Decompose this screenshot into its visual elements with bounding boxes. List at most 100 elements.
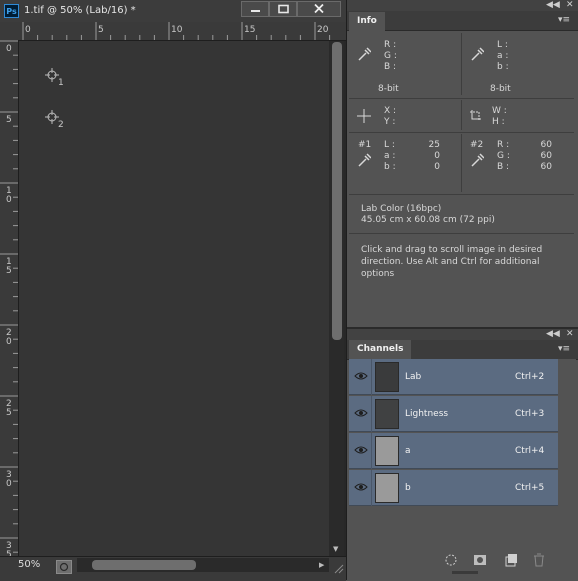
- channel-row-a[interactable]: a Ctrl+4: [349, 433, 558, 469]
- info-rgb-g: G :: [384, 51, 397, 61]
- channel-name: a: [405, 446, 411, 456]
- collapse-panels-icon[interactable]: ◀◀: [546, 329, 560, 339]
- info-y: Y :: [384, 117, 396, 127]
- info-rgb-r: R :: [384, 40, 397, 50]
- channel-row-lab[interactable]: Lab Ctrl+2: [349, 359, 558, 395]
- divider: [349, 98, 574, 99]
- sampler-1-label-a: a :: [384, 151, 396, 161]
- ruler-label: 20: [317, 25, 329, 35]
- bit-depth-right[interactable]: 8-bit: [490, 84, 511, 94]
- resize-grip-icon[interactable]: [332, 562, 344, 574]
- eyedropper-icon: [358, 153, 371, 167]
- divider: [461, 100, 462, 130]
- eyedropper-icon: [471, 153, 484, 167]
- sampler-1-value-b: 0: [434, 162, 440, 172]
- sampler-1-id: #1: [358, 140, 372, 150]
- color-sampler-2[interactable]: 2: [44, 109, 66, 131]
- divider: [371, 359, 372, 395]
- sampler-1-value-a: 0: [434, 151, 440, 161]
- tab-channels[interactable]: Channels: [349, 340, 412, 360]
- info-h: H :: [492, 117, 505, 127]
- channels-footer: [349, 547, 578, 580]
- channel-shortcut: Ctrl+4: [515, 446, 545, 456]
- channel-row-b[interactable]: b Ctrl+5: [349, 470, 558, 506]
- close-button[interactable]: [297, 1, 341, 17]
- info-panel-menu-icon[interactable]: ▾≡: [558, 15, 570, 25]
- channel-thumbnail: [375, 362, 399, 392]
- vertical-ruler[interactable]: 05101520253035: [0, 40, 19, 556]
- sampler-2-label-r: R :: [497, 140, 510, 150]
- visibility-eye-icon[interactable]: [354, 371, 368, 381]
- divider: [461, 134, 462, 192]
- ruler-label: 5: [6, 408, 12, 418]
- zoom-level[interactable]: 50%: [18, 559, 40, 570]
- visibility-eye-icon[interactable]: [354, 482, 368, 492]
- bit-depth-left[interactable]: 8-bit: [378, 84, 399, 94]
- channel-thumbnail: [375, 399, 399, 429]
- visibility-eye-icon[interactable]: [354, 445, 368, 455]
- info-rgb-b: B :: [384, 62, 397, 72]
- minimize-icon: [251, 10, 260, 12]
- color-sampler-1[interactable]: 1: [44, 67, 66, 89]
- document-canvas[interactable]: 1 2: [19, 41, 329, 556]
- new-channel-icon[interactable]: [504, 553, 518, 567]
- save-selection-as-channel-icon[interactable]: [473, 553, 487, 567]
- ruler-label: 15: [244, 25, 255, 35]
- sampler-1-label-b: b :: [384, 162, 396, 172]
- sampler-label: 1: [58, 78, 64, 88]
- ruler-label: 5: [6, 115, 12, 125]
- close-panel-icon[interactable]: ✕: [566, 329, 574, 339]
- sampler-1-value-l: 25: [428, 140, 440, 150]
- tool-hint-line-2: direction. Use Alt and Ctrl for addition…: [361, 257, 540, 267]
- ruler-label: 5: [98, 25, 104, 35]
- channel-shortcut: Ctrl+5: [515, 483, 545, 493]
- sampler-2-value-r: 60: [540, 140, 552, 150]
- ruler-label: 0: [6, 44, 12, 54]
- info-panel-collapse-bar[interactable]: [347, 0, 578, 11]
- vertical-scroll-thumb[interactable]: [332, 42, 342, 340]
- channel-shortcut: Ctrl+2: [515, 372, 545, 382]
- sampler-2-id: #2: [470, 140, 484, 150]
- channel-name: b: [405, 483, 411, 493]
- channels-empty-area: [347, 506, 558, 547]
- info-lab-a: a :: [497, 51, 509, 61]
- tool-hint-line-3: options: [361, 269, 395, 279]
- maximize-icon: [278, 4, 289, 14]
- info-w: W :: [492, 106, 507, 116]
- document-info-icon[interactable]: [56, 560, 72, 574]
- channel-thumbnail: [375, 436, 399, 466]
- scroll-down-arrow-icon[interactable]: ▼: [333, 545, 338, 553]
- horizontal-scroll-thumb[interactable]: [92, 560, 196, 570]
- channels-scrollbar[interactable]: [558, 359, 576, 547]
- tab-info[interactable]: Info: [349, 12, 385, 32]
- eyedropper-icon: [471, 47, 484, 61]
- channel-row-lightness[interactable]: Lightness Ctrl+3: [349, 396, 558, 432]
- sampler-label: 2: [58, 120, 64, 130]
- close-panel-icon[interactable]: ✕: [566, 0, 574, 10]
- selection-size-icon: [470, 110, 481, 121]
- scroll-right-arrow-icon[interactable]: ▶: [319, 561, 324, 569]
- maximize-button[interactable]: [269, 1, 297, 17]
- photoshop-logo: Ps: [4, 4, 19, 18]
- sampler-2-value-b: 60: [540, 162, 552, 172]
- collapse-panels-icon[interactable]: ◀◀: [546, 0, 560, 10]
- document-title: 1.tif @ 50% (Lab/16) *: [24, 5, 136, 16]
- ruler-label: 5: [6, 266, 12, 276]
- ruler-label: 10: [171, 25, 183, 35]
- load-channel-as-selection-icon[interactable]: [444, 553, 458, 567]
- horizontal-ruler[interactable]: 0 5 10 15 20: [0, 22, 346, 41]
- eyedropper-icon: [358, 47, 371, 61]
- divider: [349, 132, 574, 133]
- channels-panel-collapse-bar[interactable]: [347, 329, 578, 340]
- panel-resize-handle[interactable]: [452, 571, 478, 574]
- divider: [371, 396, 372, 432]
- channel-name: Lab: [405, 372, 422, 382]
- minimize-button[interactable]: [241, 1, 269, 17]
- ruler-label: 0: [6, 479, 12, 489]
- channels-panel-menu-icon[interactable]: ▾≡: [558, 344, 570, 354]
- delete-channel-icon[interactable]: [532, 553, 546, 567]
- info-lab-l: L :: [497, 40, 508, 50]
- close-icon: [314, 3, 324, 14]
- visibility-eye-icon[interactable]: [354, 408, 368, 418]
- document-color-mode: Lab Color (16bpc): [361, 204, 442, 214]
